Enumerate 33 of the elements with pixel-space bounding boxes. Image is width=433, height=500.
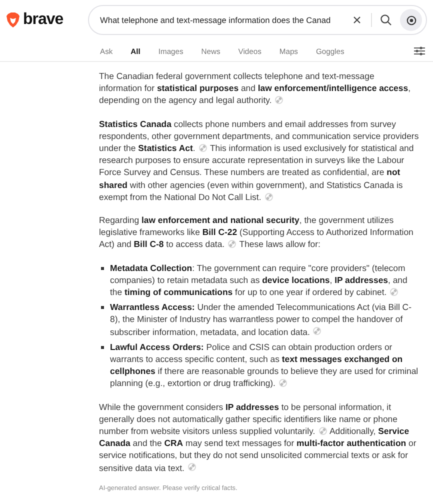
answer-paragraph: While the government considers IP addresses to be personal information, it generally does not automatically gather specific identifiers like name or phone number from website visitors unless supplied voluntarily. Additionally, Service Canada and the CRA may send text messages for multi-factor authentication or service notifications, but they do not send unsolicited commercial texts or ask for sensitive data via text. — [99, 400, 418, 474]
link-icon — [280, 380, 286, 386]
link-icon — [391, 288, 398, 295]
citation-link[interactable] — [313, 327, 322, 336]
lens-button[interactable] — [400, 9, 422, 31]
citation-link[interactable] — [390, 288, 398, 296]
link-icon — [188, 464, 195, 470]
brand-name: brave — [23, 11, 64, 29]
citation-link[interactable] — [318, 426, 327, 435]
citation-link[interactable] — [198, 144, 207, 152]
link-icon — [200, 144, 206, 151]
citation-link[interactable] — [188, 463, 196, 472]
link-icon — [276, 97, 282, 104]
answer-paragraph: The Canadian federal government collects telephone and text-message information for statistical purposes and law enforcement/intelligence access, depending on the agency and legal authority. — [99, 70, 412, 107]
search-field[interactable]: What telephone and text-message information does the Canad — [100, 15, 343, 25]
link-icon — [320, 428, 326, 434]
bullet-icon — [101, 346, 104, 349]
link-icon — [229, 241, 235, 248]
link-icon — [314, 328, 320, 334]
answer-paragraph: Regarding law enforcement and national security, the government utilizes legislative frameworks like Bill C-22 (Supporting Access to Authorized Information Act) and Bill C-8 to access data. These laws allow for: — [99, 214, 414, 251]
bullet-icon — [101, 266, 104, 270]
link-icon — [266, 194, 272, 200]
citation-link[interactable] — [275, 96, 284, 104]
list-item-text: Warrantless Access: Under the amended Telecommunications Act (via Bill C-8), the Minister of Industry has warrantless power to compel the handover of subscriber information, metadata, and location data. — [110, 301, 412, 338]
filter-sliders-icon[interactable] — [414, 46, 425, 56]
list-item-text: Lawful Access Orders: Police and CSIS can obtain production orders or warrants to access specific content, such as text messages exchanged on cellphones if there are reasonable grounds to believe they are used for criminal planning (e.g., extortion or drug trafficking). — [110, 340, 419, 390]
search-icon[interactable] — [378, 12, 394, 28]
bullet-icon — [101, 306, 104, 310]
citation-link[interactable] — [228, 240, 236, 248]
list-item-text: Metadata Collection: The government can require "core providers" (telecom companies) to retain metadata such as device locations, IP addresses, and the timing of communications for up to one year if ordered by cabinet. — [110, 262, 408, 298]
answer-paragraph: Statistics Canada collects phone numbers and email addresses from survey respondents, other government departments, and communication service providers under the Statistics Act. This information is used exclusively for statistical and research purposes to ensure accurate representation in surveys like the Labour Force Survey and Census. These numbers are treated as confidential, are not shared with other agencies (even within government), and Statistics Canada is exempt from the National Do Not Call List. — [99, 118, 419, 204]
citation-link[interactable] — [278, 379, 287, 388]
target-icon — [406, 14, 416, 26]
